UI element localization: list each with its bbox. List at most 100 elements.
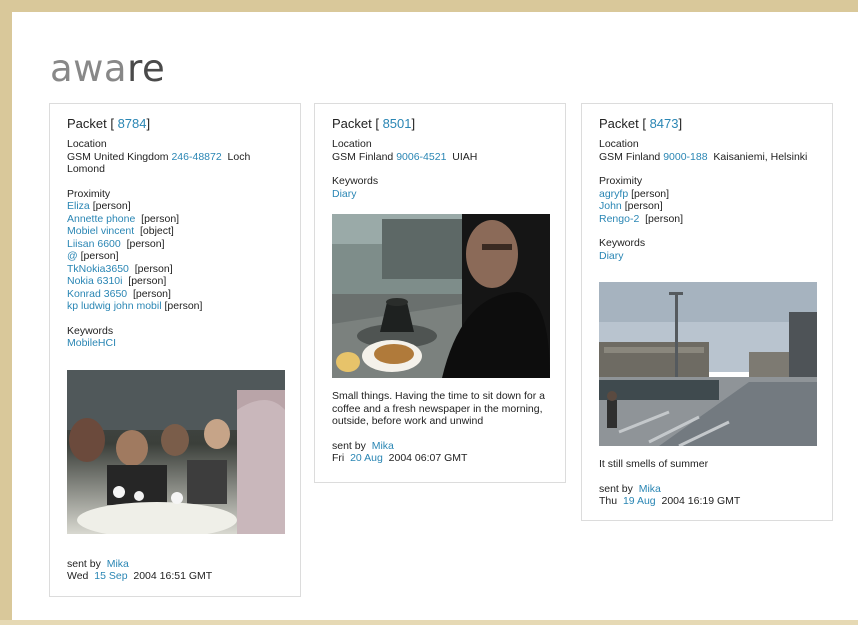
keywords-section: Keywords Diary (332, 175, 548, 200)
packet-title-suffix: ] (146, 116, 151, 131)
location-name: UIAH (452, 150, 478, 163)
proximity-item: Eliza [person] (67, 200, 283, 213)
proximity-device-link[interactable]: agryfp (599, 188, 628, 200)
photo-caption: Small things. Having the time to sit dow… (332, 390, 546, 427)
keywords-label: Keywords (67, 324, 114, 337)
proximity-item: Liisan 6600 [person] (67, 238, 283, 251)
sender-link[interactable]: Mika (639, 483, 661, 495)
proximity-type: [person] (164, 300, 203, 312)
location-value: GSM United Kingdom 246-48872 Loch Lomond (67, 151, 283, 176)
proximity-device-link[interactable]: Liisan 6600 (67, 238, 121, 250)
frame-top-border (0, 0, 858, 12)
packet-id-link[interactable]: 8501 (383, 116, 412, 131)
proximity-type: [object] (139, 225, 174, 237)
sent-date-line: Thu 19 Aug 2004 16:19 GMT (599, 495, 815, 508)
location-section: Location GSM Finland 9006-4521 UIAH (332, 138, 548, 163)
location-name: Kaisaniemi, Helsinki (713, 150, 808, 163)
proximity-device-link[interactable]: Eliza (67, 200, 90, 212)
proximity-item: John [person] (599, 200, 815, 213)
packet-title: Packet [ 8501] (332, 116, 548, 132)
packet-title-prefix: Packet [ (599, 116, 650, 131)
location-label: Location (67, 138, 107, 150)
date-day: Wed (67, 570, 89, 582)
sender-link[interactable]: Mika (372, 440, 394, 452)
proximity-device-link[interactable]: @ (67, 250, 78, 262)
proximity-type: [person] (128, 275, 167, 287)
location-network: GSM United Kingdom (67, 150, 169, 163)
date-link[interactable]: 19 Aug (623, 495, 656, 507)
restaurant-dinner-photo[interactable] (67, 369, 285, 534)
proximity-type: [person] (624, 200, 663, 212)
proximity-item: kp ludwig john mobil [person] (67, 300, 283, 313)
city-street-photo[interactable] (599, 282, 817, 446)
proximity-item: Mobiel vincent [object] (67, 225, 283, 238)
packet-title-prefix: Packet [ (67, 116, 118, 131)
proximity-item: agryfp [person] (599, 188, 815, 201)
proximity-device-link[interactable]: Annette phone (67, 213, 135, 225)
packet-id-link[interactable]: 8784 (118, 116, 147, 131)
proximity-device-link[interactable]: Konrad 3650 (67, 288, 127, 300)
date-rest: 2004 16:51 GMT (133, 570, 213, 582)
proximity-type: [person] (132, 287, 171, 300)
packet-title: Packet [ 8473] (599, 116, 815, 132)
sent-by-label: sent by (599, 482, 633, 495)
proximity-item: @ [person] (67, 250, 283, 263)
location-cell-link[interactable]: 246-48872 (171, 151, 221, 163)
proximity-device-link[interactable]: TkNokia3650 (67, 263, 129, 275)
photo-caption: It still smells of summer (599, 458, 709, 470)
proximity-device-link[interactable]: kp ludwig john mobil (67, 300, 162, 312)
proximity-item: Rengo-2 [person] (599, 213, 815, 226)
frame-bottom-border (0, 620, 858, 625)
location-network: GSM Finland (332, 150, 394, 163)
packet-card: Packet [ 8784] Location GSM United Kingd… (49, 103, 301, 597)
proximity-device-link[interactable]: Mobiel vincent (67, 225, 134, 237)
keyword-link[interactable]: Diary (332, 188, 357, 200)
proximity-label: Proximity (67, 187, 111, 200)
date-link[interactable]: 20 Aug (350, 452, 383, 464)
sender-link[interactable]: Mika (107, 558, 129, 570)
frame-left-border (0, 0, 12, 625)
location-section: Location GSM Finland 9000-188 Kaisaniemi… (599, 138, 815, 163)
proximity-label: Proximity (599, 175, 643, 187)
location-cell-link[interactable]: 9000-188 (663, 151, 707, 163)
proximity-item: Annette phone [person] (67, 213, 283, 226)
sent-by-line: sent by Mika (332, 440, 548, 453)
sent-date-line: Wed 15 Sep 2004 16:51 GMT (67, 570, 283, 583)
proximity-item: Nokia 6310i [person] (67, 275, 283, 288)
packet-id-link[interactable]: 8473 (650, 116, 679, 131)
packet-title-suffix: ] (678, 116, 683, 131)
packet-title-prefix: Packet [ (332, 116, 383, 131)
proximity-type: [person] (141, 212, 180, 225)
date-link[interactable]: 15 Sep (94, 570, 127, 582)
location-network: GSM Finland (599, 150, 661, 163)
proximity-device-link[interactable]: Rengo-2 (599, 213, 639, 225)
aware-logo[interactable]: aware (50, 50, 165, 87)
sent-by-label: sent by (332, 439, 366, 452)
proximity-device-link[interactable]: John (599, 200, 622, 212)
sent-by-label: sent by (67, 557, 101, 570)
logo-dark-part: re (127, 47, 166, 90)
proximity-section: Proximity agryfp [person] John [person] … (599, 175, 815, 225)
proximity-type: [person] (631, 187, 670, 200)
proximity-type: [person] (134, 262, 173, 275)
location-cell-link[interactable]: 9006-4521 (396, 151, 446, 163)
cafe-selfie-photo[interactable] (332, 214, 550, 378)
proximity-item: TkNokia3650 [person] (67, 263, 283, 276)
location-section: Location GSM United Kingdom 246-48872 Lo… (67, 138, 283, 176)
date-day: Fri (332, 452, 345, 464)
proximity-device-link[interactable]: Nokia 6310i (67, 275, 122, 287)
location-value: GSM Finland 9000-188 Kaisaniemi, Helsink… (599, 151, 815, 164)
proximity-type: [person] (92, 200, 131, 212)
keyword-link[interactable]: Diary (599, 250, 624, 262)
proximity-type: [person] (80, 250, 119, 262)
packet-card: Packet [ 8473] Location GSM Finland 9000… (581, 103, 833, 521)
date-rest: 2004 16:19 GMT (661, 495, 741, 507)
location-label: Location (332, 138, 372, 150)
proximity-type: [person] (645, 212, 684, 225)
packet-title-suffix: ] (411, 116, 416, 131)
date-rest: 2004 06:07 GMT (388, 452, 468, 464)
sent-date-line: Fri 20 Aug 2004 06:07 GMT (332, 452, 548, 465)
keyword-link[interactable]: MobileHCI (67, 337, 116, 349)
keywords-label: Keywords (599, 237, 646, 249)
date-day: Thu (599, 495, 618, 507)
